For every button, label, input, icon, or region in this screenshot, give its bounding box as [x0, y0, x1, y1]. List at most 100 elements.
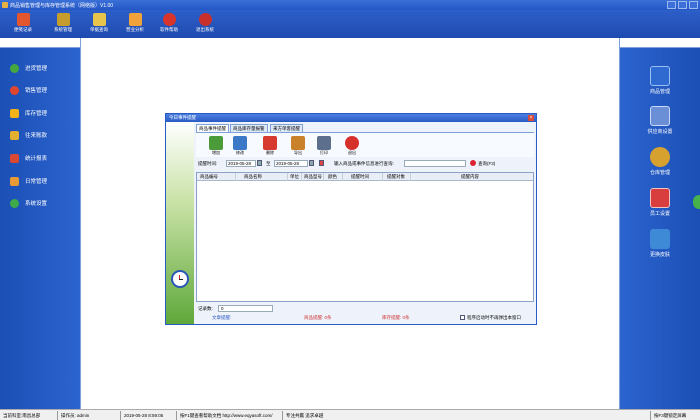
alarm-clock-icon [171, 270, 189, 288]
add-icon [209, 136, 223, 150]
tab-stock-alarm[interactable]: 商品库存量报警 [230, 124, 268, 132]
right-panel-header [620, 38, 700, 48]
status-help[interactable]: 按F1键查看帮助文档 http://www.eqyasoft.com/ [180, 413, 273, 419]
app-icon [2, 2, 8, 8]
calendar-icon[interactable] [257, 160, 262, 166]
export-button[interactable]: 导出 [288, 136, 308, 158]
computer-icon [650, 66, 670, 86]
toolbar-system-button[interactable]: 系统管理 [46, 12, 80, 36]
column-header[interactable]: 颜色 [328, 174, 337, 180]
nav-item-sales[interactable]: 销售管理 [10, 84, 47, 96]
product-reminder-count: 商品提醒: 0条 [304, 315, 332, 320]
status-lock-hint: 按F3键锁定屏幕 [654, 413, 687, 418]
bar-chart-icon [10, 153, 19, 163]
reminder-table: 商品编号 商品名称 单位 商品型号 颜色 提醒时间 提醒对象 提醒内容 [196, 172, 534, 302]
status-operator: 操作员: admin [61, 413, 90, 418]
right-nav: 商品管理 供应商设置 仓库管理 员工设置 更换皮肤 [620, 48, 700, 409]
gear-icon [650, 147, 670, 167]
edit-button[interactable]: 修改 [230, 136, 250, 158]
nav-item-daily[interactable]: 日常管理 [10, 175, 47, 187]
dialog-toolbar: 增加 修改 删除 导出 打印 退出 [196, 132, 534, 157]
dialog-side-panel [166, 122, 194, 324]
nav-item-reports[interactable]: 统计报表 [10, 152, 47, 164]
star-icon [10, 108, 19, 118]
notepad-icon [16, 13, 30, 26]
toolbar-query-button[interactable]: 单据查询 [82, 12, 116, 36]
event-reminder-dialog: 今日事件提醒 × 商品事件提醒 商品库存量报警 来方单客提醒 增加 修改 删除 [165, 113, 537, 325]
article-reminder-label: 文章提醒: [212, 315, 232, 320]
user-card-icon [650, 188, 670, 208]
nav-item-purchase[interactable]: 进货管理 [10, 62, 47, 74]
shortcut-employee-settings[interactable]: 员工设置 [642, 188, 678, 217]
money-icon [10, 130, 19, 140]
shortcut-change-skin[interactable]: 更换皮肤 [642, 229, 678, 258]
stock-reminder-count: 库存提醒: 0条 [382, 315, 410, 320]
shortcut-warehouse-management[interactable]: 仓库管理 [642, 147, 678, 176]
shortcut-product-management[interactable]: 商品管理 [642, 66, 678, 95]
sitemap-icon [56, 13, 70, 26]
tab-customer-reminder[interactable]: 来方单客提醒 [270, 124, 303, 132]
date-from-field[interactable]: 2019-05-28 [226, 160, 256, 167]
toolbar-notes-button[interactable]: 便笺记录 [6, 12, 40, 36]
help-icon [162, 13, 176, 26]
dialog-body: 商品事件提醒 商品库存量报警 来方单客提醒 增加 修改 删除 导出 打印 退出 … [194, 122, 536, 324]
column-header[interactable]: 提醒时间 [351, 174, 369, 180]
close-button[interactable] [689, 1, 698, 9]
delete-button[interactable]: 删除 [260, 136, 280, 158]
column-header[interactable]: 商品型号 [304, 174, 322, 180]
cubes-icon [650, 229, 670, 249]
maximize-button[interactable] [678, 1, 687, 9]
calendar-icon[interactable] [309, 160, 314, 166]
dialog-title-bar: 今日事件提醒 × [166, 114, 536, 122]
date-to-field[interactable]: 2019-05-28 [274, 160, 308, 167]
book-icon [319, 160, 324, 166]
search-icon [470, 160, 476, 166]
title-bar: 商品销售管理与库存管理系统（网络版）V1.00 [0, 0, 700, 10]
toolbar-help-button[interactable]: 软件帮助 [152, 12, 186, 36]
left-nav: 进货管理 销售管理 库存管理 往来账款 统计报表 日常管理 系统设置 [0, 48, 80, 409]
gear-icon [10, 198, 19, 208]
column-header[interactable]: 商品名称 [244, 174, 262, 180]
no-popup-label: 程序启动时不再弹出本窗口 [467, 315, 521, 320]
toolbar-analysis-button[interactable]: 营业分析 [118, 12, 152, 36]
people-icon [650, 106, 670, 126]
status-datetime: 2019-05-28 8:59:05 [124, 413, 164, 418]
shortcut-supplier-settings[interactable]: 供应商设置 [642, 106, 678, 135]
filter-row: 提醒时间: 2019-05-28 至 2019-05-28 输入商品或事件信息进… [194, 159, 536, 169]
status-bar: 当前科室:南昌总部 操作员: admin 2019-05-28 8:59:05 … [0, 409, 700, 420]
collapse-handle[interactable] [693, 195, 700, 209]
print-button[interactable]: 打印 [314, 136, 334, 158]
status-dept: 当前科室:南昌总部 [3, 413, 41, 418]
left-panel-header [0, 38, 80, 48]
keyword-input[interactable] [404, 160, 466, 167]
column-header[interactable]: 提醒内容 [461, 174, 479, 180]
minimize-button[interactable] [667, 1, 676, 9]
window-title: 商品销售管理与库存管理系统（网络版）V1.00 [10, 3, 114, 9]
record-count-value: 0 [218, 305, 273, 312]
nav-item-settings[interactable]: 系统设置 [10, 197, 47, 209]
add-button[interactable]: 增加 [206, 136, 226, 158]
exit-button[interactable]: 退出 [342, 136, 362, 158]
power-icon [198, 13, 212, 26]
printer-icon [317, 136, 331, 150]
bar-chart-icon [128, 13, 142, 26]
export-icon [291, 136, 305, 150]
magnifier-icon [92, 13, 106, 26]
column-header[interactable]: 商品编号 [200, 174, 218, 180]
pie-chart-icon [10, 85, 19, 95]
no-popup-checkbox[interactable] [460, 315, 465, 320]
keyword-label: 输入商品或事件信息进行查询: [334, 161, 394, 166]
dialog-title: 今日事件提醒 [169, 115, 196, 120]
search-button[interactable]: 查询(F3) [478, 161, 495, 167]
toolbar-exit-button[interactable]: 退出系统 [188, 12, 222, 36]
delete-icon [263, 136, 277, 150]
table-header: 商品编号 商品名称 单位 商品型号 颜色 提醒时间 提醒对象 提醒内容 [197, 173, 533, 181]
tab-product-event[interactable]: 商品事件提醒 [196, 124, 229, 132]
briefcase-icon [10, 176, 19, 186]
nav-item-accounts[interactable]: 往来账款 [10, 129, 47, 141]
nav-item-inventory[interactable]: 库存管理 [10, 107, 47, 119]
column-header[interactable]: 提醒对象 [387, 174, 405, 180]
dialog-close-button[interactable]: × [528, 115, 534, 121]
exit-icon [345, 136, 359, 150]
column-header[interactable]: 单位 [290, 174, 299, 180]
